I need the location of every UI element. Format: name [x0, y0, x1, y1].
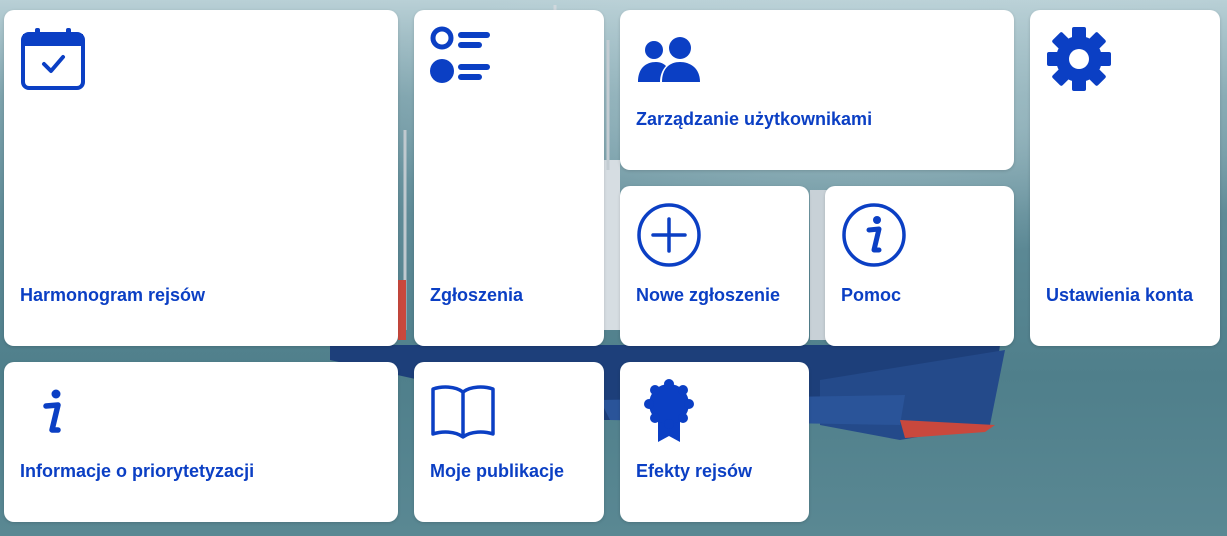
calendar-check-icon	[20, 26, 86, 92]
tile-efekty-rejsow[interactable]: Efekty rejsów	[620, 362, 809, 522]
tile-label: Zgłoszenia	[430, 285, 524, 305]
book-icon	[430, 378, 496, 444]
tile-zarzadzanie-uzytkownikami[interactable]: Zarządzanie użytkownikami	[620, 10, 1014, 170]
tile-pomoc[interactable]: Pomoc	[825, 186, 1014, 346]
tile-ustawienia-konta[interactable]: Ustawienia konta	[1030, 10, 1220, 346]
gear-icon	[1046, 26, 1112, 92]
tile-label: Efekty rejsów	[636, 461, 753, 481]
list-icon	[430, 26, 496, 92]
tile-zgloszenia[interactable]: Zgłoszenia	[414, 10, 604, 346]
tile-label: Harmonogram rejsów	[20, 285, 206, 305]
tile-label: Pomoc	[841, 285, 902, 305]
tile-moje-publikacje[interactable]: Moje publikacje	[414, 362, 604, 522]
info-icon	[20, 378, 86, 444]
tile-label: Informacje o priorytetyzacji	[20, 461, 255, 481]
tile-harmonogram-rejsow[interactable]: Harmonogram rejsów	[4, 10, 398, 346]
tile-label: Zarządzanie użytkownikami	[636, 109, 873, 129]
tile-informacje-o-priorytetyzacji[interactable]: Informacje o priorytetyzacji	[4, 362, 398, 522]
tile-label: Nowe zgłoszenie	[636, 285, 781, 305]
tile-nowe-zgloszenie[interactable]: Nowe zgłoszenie	[620, 186, 809, 346]
tile-label: Ustawienia konta	[1046, 285, 1194, 305]
tile-label: Moje publikacje	[430, 461, 565, 481]
users-icon	[636, 26, 702, 92]
plus-circle-icon	[636, 202, 702, 268]
info-circle-icon	[841, 202, 907, 268]
award-icon	[636, 378, 702, 444]
